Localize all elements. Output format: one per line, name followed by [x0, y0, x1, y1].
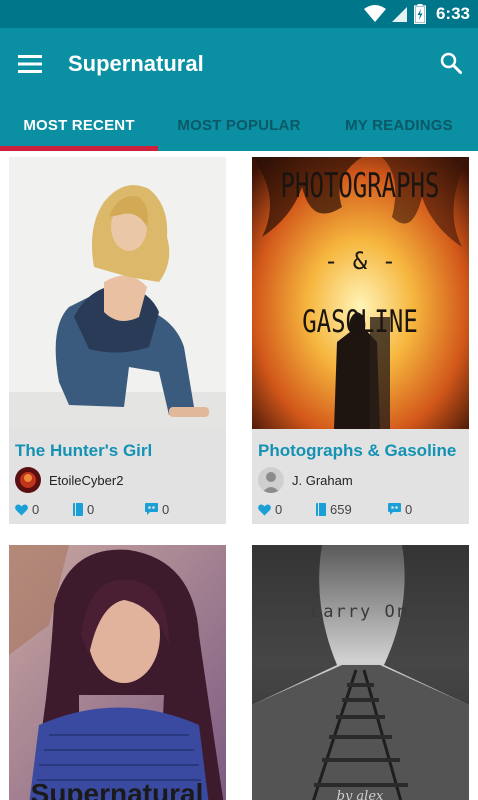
votes-count: 0	[32, 502, 40, 517]
tab-most-popular[interactable]: MOST POPULAR	[158, 100, 320, 151]
tab-my-readings[interactable]: MY READINGS	[320, 100, 478, 151]
votes-count: 0	[275, 502, 283, 517]
story-title[interactable]: Photographs & Gasoline	[258, 441, 456, 461]
cell-signal-icon	[391, 7, 407, 22]
story-card[interactable]: Carry On by alex	[252, 545, 469, 800]
tab-most-recent[interactable]: MOST RECENT	[0, 100, 158, 151]
votes-stat: 0	[258, 502, 282, 517]
author-row[interactable]: J. Graham	[258, 467, 353, 493]
wifi-icon	[363, 5, 386, 22]
story-title[interactable]: The Hunter's Girl	[15, 441, 152, 461]
author-name: J. Graham	[292, 472, 353, 488]
story-cover-image[interactable]: Carry On by alex	[252, 545, 469, 800]
cover-title-text: GASOLINE	[302, 303, 418, 340]
votes-stat: 0	[15, 502, 39, 517]
author-avatar	[258, 467, 284, 493]
story-cover-image[interactable]: Supernatural	[9, 545, 226, 800]
story-card[interactable]: The Hunter's Girl EtoileCyber2 0 0 0	[9, 157, 226, 524]
status-time: 6:33	[435, 4, 470, 23]
story-stats: 0 0 0	[15, 502, 220, 520]
story-grid[interactable]: The Hunter's Girl EtoileCyber2 0 0 0 PHO…	[0, 151, 478, 800]
cover-author-text: by alex	[337, 789, 384, 800]
heart-icon	[15, 504, 28, 515]
reads-count: 0	[87, 502, 95, 517]
comments-count: 0	[405, 502, 413, 517]
story-cover-image[interactable]	[9, 157, 226, 429]
author-name: EtoileCyber2	[49, 472, 124, 488]
search-button[interactable]	[434, 46, 468, 80]
author-row[interactable]: EtoileCyber2	[15, 467, 123, 493]
menu-button[interactable]	[14, 48, 46, 80]
comments-count: 0	[162, 502, 170, 517]
tab-bar: MOST RECENT MOST POPULAR MY READINGS	[0, 100, 478, 151]
cover-title-text: Carry On	[311, 602, 409, 622]
story-card[interactable]: Supernatural	[9, 545, 226, 800]
heart-icon	[258, 504, 271, 515]
book-icon	[316, 503, 326, 516]
reads-count: 659	[330, 502, 352, 517]
search-icon	[440, 52, 462, 74]
status-icons: 6:33	[363, 0, 470, 28]
story-card[interactable]: PHOTOGRAPHS - & - GASOLINE Photographs &…	[252, 157, 469, 524]
status-bar: 6:33	[0, 0, 478, 28]
comment-icon	[388, 503, 401, 515]
comment-icon	[145, 503, 158, 515]
comments-stat: 0	[388, 502, 412, 517]
story-stats: 0 659 0	[258, 502, 463, 520]
cover-title-text: - & -	[324, 247, 396, 275]
comments-stat: 0	[145, 502, 169, 517]
hamburger-menu-icon	[18, 55, 42, 73]
cover-title-text: PHOTOGRAPHS	[281, 166, 440, 205]
battery-icon	[413, 4, 426, 24]
story-cover-image[interactable]: PHOTOGRAPHS - & - GASOLINE	[252, 157, 469, 429]
reads-stat: 659	[316, 502, 352, 517]
page-title: Supernatural	[68, 51, 204, 76]
cover-title-text: Supernatural	[31, 778, 204, 800]
author-avatar	[15, 467, 41, 493]
app-bar: Supernatural	[0, 28, 478, 100]
reads-stat: 0	[73, 502, 94, 517]
book-icon	[73, 503, 83, 516]
